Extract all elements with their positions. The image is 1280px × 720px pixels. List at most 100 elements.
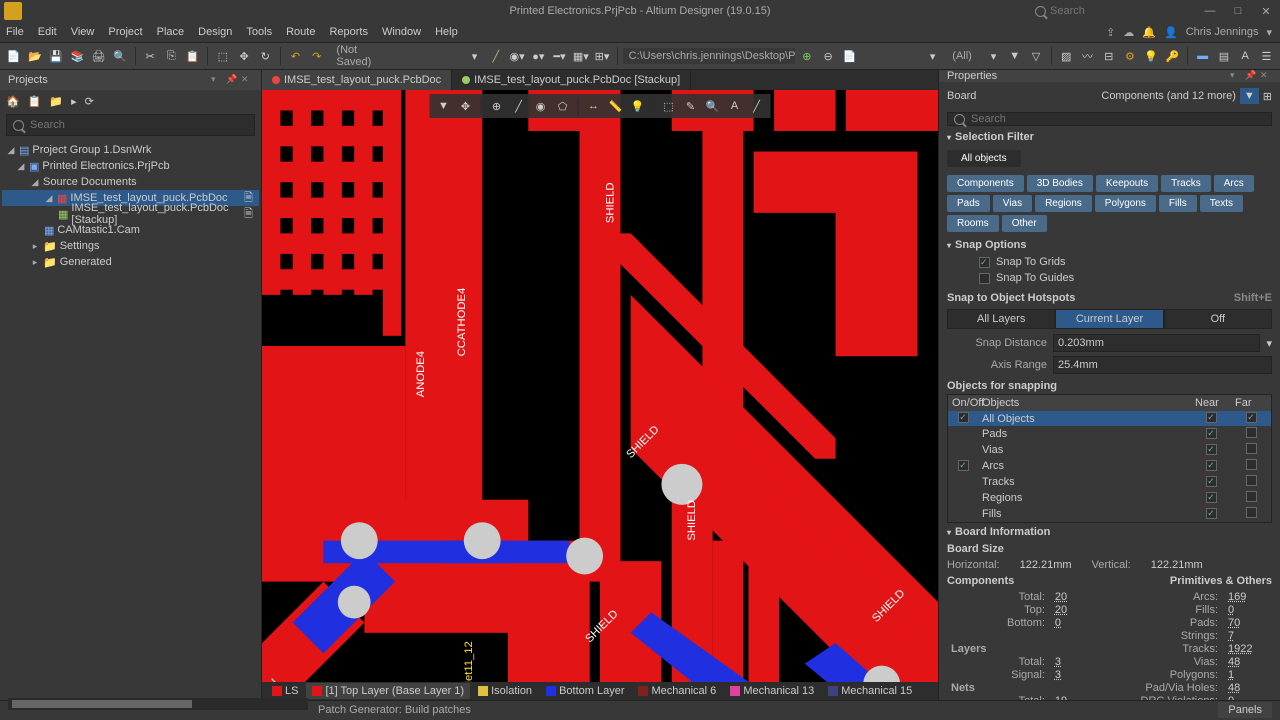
snap-distance-field[interactable]: 0.203mm (1053, 334, 1260, 352)
wave-icon[interactable]: 〰 (1078, 46, 1097, 66)
snap-opts-hdr[interactable]: ▾Snap Options (939, 236, 1280, 254)
seg-off[interactable]: Off (1164, 309, 1272, 329)
prop-dropdown[interactable]: ▾ (1230, 70, 1242, 82)
pcb-canvas[interactable]: ANODE4 CCATHODE4 SHIELD SHIELD SHIELD SH… (262, 90, 938, 682)
nav-doc[interactable]: 📄 (840, 46, 859, 66)
via-btn[interactable]: ◉▾ (507, 46, 526, 66)
filter-fills[interactable]: Fills (1159, 195, 1197, 212)
global-search[interactable] (1035, 5, 1130, 17)
search-input[interactable] (1050, 5, 1130, 17)
tree-doc2[interactable]: ▦IMSE_test_layout_puck.PcbDoc [Stackup]🗎 (2, 206, 259, 222)
menu-view[interactable]: View (71, 26, 95, 38)
cut-btn[interactable]: ✂ (140, 46, 159, 66)
funnel2-icon[interactable]: ▽ (1026, 46, 1045, 66)
wire-btn[interactable]: ╱ (486, 46, 505, 66)
expand-icon[interactable]: ⊞ (1263, 90, 1272, 103)
undo-btn[interactable]: ↶ (286, 46, 305, 66)
move-tool[interactable]: ✥ (456, 96, 476, 116)
tree-srcdocs[interactable]: ◢Source Documents (2, 174, 259, 190)
route-tool[interactable]: ╱ (509, 96, 529, 116)
obj-row-vias[interactable]: Vias (948, 442, 1271, 458)
obj-row-all[interactable]: All Objects (948, 411, 1271, 426)
redo-btn[interactable]: ↷ (307, 46, 326, 66)
menu-route[interactable]: Route (286, 26, 315, 38)
filter-allobjects[interactable]: All objects (947, 150, 1021, 167)
prop-search-input[interactable] (971, 113, 1265, 125)
sheet-icon[interactable]: 📋 (28, 95, 42, 108)
save-btn[interactable]: 💾 (47, 46, 66, 66)
bell-icon[interactable]: 🔔 (1142, 26, 1156, 39)
layer-icon[interactable]: ▬ (1193, 46, 1212, 66)
nav-add[interactable]: ⊕ (797, 46, 816, 66)
menu-reports[interactable]: Reports (329, 26, 368, 38)
zoom-btn[interactable]: 🔍 (110, 46, 129, 66)
print-btn[interactable]: 🖨 (89, 46, 108, 66)
path-field[interactable]: C:\Users\chris.jennings\Desktop\P (623, 48, 796, 64)
obj-row-fills[interactable]: Fills (948, 506, 1271, 522)
doc-tab-0[interactable]: IMSE_test_layout_puck.PcbDoc (262, 70, 452, 90)
proj-search[interactable] (6, 114, 255, 136)
user-dropdown-icon[interactable]: ▾ (1266, 26, 1272, 39)
h-scrollbar[interactable] (8, 698, 308, 710)
pad-btn[interactable]: ●▾ (529, 46, 548, 66)
filter-arcs[interactable]: Arcs (1214, 175, 1254, 192)
share-icon[interactable]: ⇪ (1106, 26, 1115, 39)
filter-texts[interactable]: Texts (1200, 195, 1243, 212)
layer-m6[interactable]: Mechanical 6 (632, 683, 722, 699)
menu-project[interactable]: Project (108, 26, 142, 38)
user-icon[interactable]: 👤 (1164, 26, 1178, 39)
panels-button[interactable]: Panels (1218, 702, 1272, 718)
edit-tool[interactable]: ✎ (681, 96, 701, 116)
place-tool[interactable]: ⊕ (487, 96, 507, 116)
select-tool[interactable]: ▼ (434, 96, 454, 116)
menu-file[interactable]: File (6, 26, 24, 38)
user-name[interactable]: Chris Jennings (1186, 26, 1259, 38)
open-btn[interactable]: 📂 (25, 46, 44, 66)
prop-search[interactable] (947, 112, 1272, 126)
obj-row-tracks[interactable]: Tracks (948, 474, 1271, 490)
menu-place[interactable]: Place (157, 26, 185, 38)
new-btn[interactable]: 📄 (4, 46, 23, 66)
saveall-btn[interactable]: 📚 (68, 46, 87, 66)
doc-tab-1[interactable]: IMSE_test_layout_puck.PcbDoc [Stackup] (452, 70, 691, 90)
prop-close[interactable]: ✕ (1260, 70, 1272, 82)
list-icon[interactable]: ☰ (1257, 46, 1276, 66)
layer-iso[interactable]: Isolation (472, 683, 538, 699)
seg-all[interactable]: All Layers (947, 309, 1055, 329)
panel-pin[interactable]: 📌 (226, 74, 238, 86)
filter-pads[interactable]: Pads (947, 195, 990, 212)
tree-settings[interactable]: ▸📁Settings (2, 238, 259, 254)
seg-current[interactable]: Current Layer (1055, 309, 1163, 329)
filter-3dbodies[interactable]: 3D Bodies (1027, 175, 1093, 192)
dim-tool[interactable]: ↔ (584, 96, 604, 116)
filter-polygons[interactable]: Polygons (1095, 195, 1156, 212)
via-tool[interactable]: ◉ (531, 96, 551, 116)
compile-icon[interactable]: ▸ (71, 95, 77, 108)
funnel-icon[interactable]: ▼ (1005, 46, 1024, 66)
paste-btn[interactable]: 📋 (183, 46, 202, 66)
gear-icon[interactable]: ⚙ (1120, 46, 1139, 66)
line-tool[interactable]: ╱ (747, 96, 767, 116)
filter-components[interactable]: Components (947, 175, 1024, 192)
menu-edit[interactable]: Edit (38, 26, 57, 38)
filter-other[interactable]: Other (1002, 215, 1047, 232)
text-tool[interactable]: A (725, 96, 745, 116)
obj-row-regions[interactable]: Regions (948, 490, 1271, 506)
tree-generated[interactable]: ▸📁Generated (2, 254, 259, 270)
highlight-tool[interactable]: 💡 (628, 96, 648, 116)
filter-text[interactable]: (All) (944, 50, 980, 62)
align-icon[interactable]: ⊟ (1099, 46, 1118, 66)
layers-icon[interactable]: ▤ (1214, 46, 1233, 66)
tool-1[interactable]: ▾ (984, 46, 1003, 66)
key-icon[interactable]: 🔑 (1163, 46, 1182, 66)
filter-regions[interactable]: Regions (1035, 195, 1092, 212)
panel-dropdown[interactable]: ▾ (211, 74, 223, 86)
axis-range-field[interactable]: 25.4mm (1053, 356, 1272, 374)
track-btn[interactable]: ━▾ (550, 46, 569, 66)
proj-search-input[interactable] (30, 119, 248, 131)
filter-vias[interactable]: Vias (993, 195, 1032, 212)
layer-top[interactable]: [1] Top Layer (Base Layer 1) (306, 683, 470, 699)
inspect-tool[interactable]: 🔍 (703, 96, 723, 116)
filter-dd[interactable]: ▾ (923, 46, 942, 66)
folder-icon[interactable]: 📁 (49, 95, 63, 108)
